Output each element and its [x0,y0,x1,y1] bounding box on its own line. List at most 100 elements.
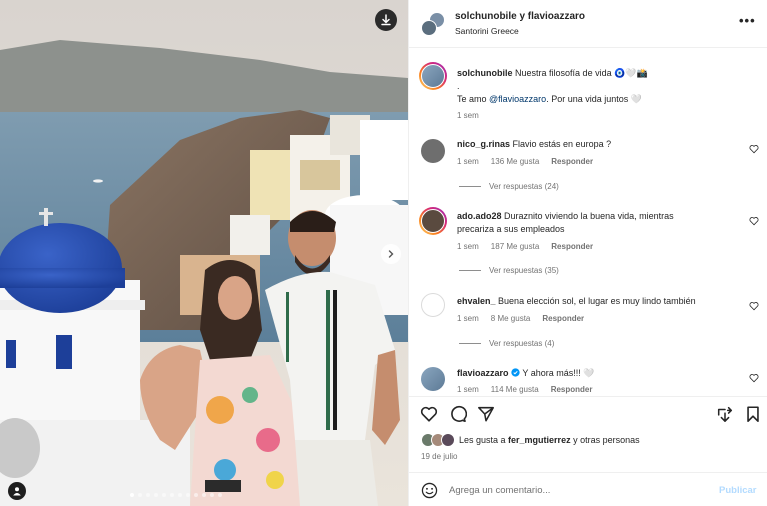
comment-text: Y ahora más!!! 🤍 [522,368,595,378]
heart-icon[interactable] [749,373,759,383]
carousel-next-button[interactable] [381,244,401,264]
comment-avatar[interactable] [421,139,445,163]
carousel-dot [130,493,134,497]
emoji-icon[interactable] [421,482,438,499]
caption-line2: Te amo @flavioazzaro. Por una vida junto… [457,93,757,106]
reply-button[interactable]: Responder [551,242,593,251]
view-replies-button[interactable]: Ver respuestas (24) [459,182,559,191]
avatar [441,433,455,447]
comment-likes[interactable]: 187 Me gusta [491,242,539,251]
carousel-dot [218,493,222,497]
divider [459,270,481,271]
comment: nico_g.rinas Flavio estás en europa ? [457,138,742,151]
heart-icon[interactable] [749,301,759,311]
post-details-panel: solchunobile y flavioazzaro Santorini Gr… [408,0,767,506]
view-replies-button[interactable]: Ver respuestas (35) [459,266,559,275]
carousel-dot [162,493,166,497]
comment-time[interactable]: 1 sem [457,242,479,251]
comment-likes[interactable]: 8 Me gusta [491,314,531,323]
collab-avatars[interactable] [421,12,445,36]
carousel-dot [186,493,190,497]
caption-meta: 1 sem [457,111,479,120]
share-icon[interactable] [477,405,495,423]
caption-time[interactable]: 1 sem [457,111,479,120]
carousel-dot [146,493,150,497]
view-replies-label: Ver respuestas (4) [489,339,555,348]
user-tag-icon [13,487,21,496]
comment-username[interactable]: flavioazzaro [457,368,509,378]
carousel-dot [154,493,158,497]
reply-button[interactable]: Responder [551,157,593,166]
caption-mention-link[interactable]: @flavioazzaro [489,94,546,104]
carousel-dot [194,493,198,497]
post-header: solchunobile y flavioazzaro Santorini Gr… [409,0,767,48]
caption-avatar[interactable] [419,62,447,90]
comment-meta: 1 sem 114 Me gusta Responder [457,385,592,394]
post-action-bar [409,396,767,428]
tagged-users-button[interactable] [8,482,26,500]
carousel-dot [138,493,142,497]
download-icon [381,14,391,26]
verified-badge-icon [511,368,520,377]
comment-avatar[interactable] [421,293,445,317]
heart-icon[interactable] [749,144,759,154]
post-date[interactable]: 19 de julio [421,452,457,461]
comment-username[interactable]: ado.ado28 [457,211,502,221]
heart-icon[interactable] [749,216,759,226]
bookmark-icon[interactable] [744,405,762,423]
comment-time[interactable]: 1 sem [457,157,479,166]
post-location[interactable]: Santorini Greece [455,26,519,36]
post-author-username[interactable]: solchunobile y flavioazzaro [455,11,585,22]
caption-line2-prefix: Te amo [457,94,490,104]
comment-icon[interactable] [449,405,467,423]
comment-text: Flavio estás en europa ? [512,139,612,149]
carousel-indicator [130,493,222,497]
comment-meta: 1 sem 187 Me gusta Responder [457,242,593,251]
comment-meta: 1 sem 136 Me gusta Responder [457,157,593,166]
liker-username[interactable]: fer_mgutierrez [508,435,571,445]
carousel-dot [202,493,206,497]
comment-time[interactable]: 1 sem [457,314,479,323]
likers-avatars[interactable] [421,433,455,447]
carousel-dot [210,493,214,497]
download-button[interactable] [375,9,397,31]
divider [459,343,481,344]
comment-avatar[interactable] [419,207,447,235]
comment-composer: Publicar [409,472,767,506]
likes-summary: Les gusta a fer_mgutierrez y otras perso… [421,433,640,447]
repost-icon[interactable] [716,405,734,423]
comment-avatar[interactable] [421,367,445,391]
reply-button[interactable]: Responder [551,385,593,394]
view-replies-label: Ver respuestas (35) [489,266,559,275]
view-replies-button[interactable]: Ver respuestas (4) [459,339,554,348]
comment: ehvalen_ Buena elección sol, el lugar es… [457,295,747,308]
santorini-couple-photo [0,0,408,506]
caption-line2-suffix: . Por una vida juntos 🤍 [546,94,642,104]
caption-username[interactable]: solchunobile [457,68,513,78]
comment-meta: 1 sem 8 Me gusta Responder [457,314,584,323]
comment-likes[interactable]: 114 Me gusta [491,385,539,394]
comment-time[interactable]: 1 sem [457,385,479,394]
carousel-dot [178,493,182,497]
likes-suffix[interactable]: y otras personas [571,435,640,445]
comment-input[interactable] [449,481,709,499]
caption-dot: . [457,81,460,91]
likes-prefix: Les gusta a [459,435,509,445]
comment-username[interactable]: nico_g.rinas [457,139,510,149]
reply-button[interactable]: Responder [542,314,584,323]
view-replies-label: Ver respuestas (24) [489,182,559,191]
comment-username[interactable]: ehvalen_ [457,296,496,306]
comment: flavioazzaro Y ahora más!!! 🤍 [457,367,747,380]
carousel-dot [170,493,174,497]
publish-button[interactable]: Publicar [719,485,757,496]
chevron-right-icon [388,250,394,258]
caption: solchunobile Nuestra filosofía de vida 🧿… [457,67,757,80]
caption-text: Nuestra filosofía de vida 🧿🤍📸 [515,68,648,78]
more-options-icon[interactable]: ••• [739,13,756,28]
likes-text: Les gusta a fer_mgutierrez y otras perso… [459,435,640,445]
comment-text: Buena elección sol, el lugar es muy lind… [498,296,696,306]
post-photo[interactable] [0,0,408,506]
divider [459,186,481,187]
comment-likes[interactable]: 136 Me gusta [491,157,539,166]
heart-icon[interactable] [420,405,438,423]
